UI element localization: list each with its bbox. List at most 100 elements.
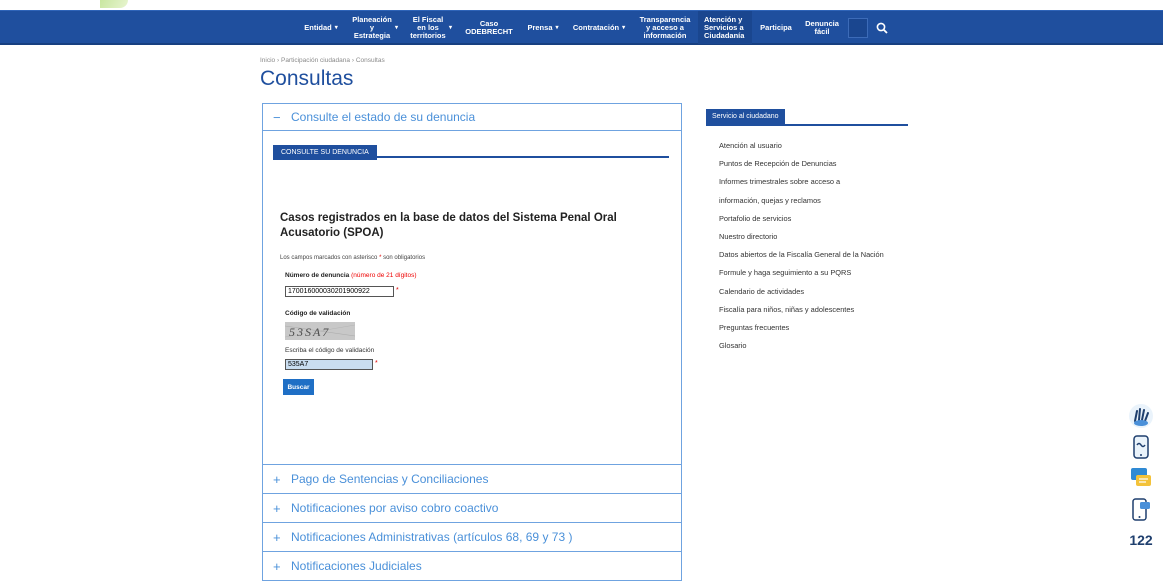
required-asterisk: * — [379, 255, 382, 261]
nav-label: Contratación — [572, 22, 620, 32]
codigo-validacion-input[interactable] — [285, 359, 373, 370]
nav-label: Caso ODEBRECHT — [465, 18, 513, 36]
breadcrumb-section[interactable]: Participación ciudadana — [281, 57, 350, 64]
chat-icon[interactable] — [1128, 465, 1154, 491]
expand-icon: + — [273, 529, 281, 545]
nav-label: Participa — [760, 22, 792, 32]
nav-item-odebrecht[interactable]: Caso ODEBRECHT — [458, 11, 520, 44]
nav-item-denuncia-facil[interactable]: Denuncia fácil — [800, 11, 844, 44]
nav-label: Transparencia y acceso a información — [639, 14, 691, 40]
nav-label: Entidad — [304, 22, 332, 32]
chevron-down-icon: ▾ — [555, 24, 559, 31]
accordion-panel-notificaciones-aviso: + Notificaciones por aviso cobro coactiv… — [262, 494, 682, 523]
captcha-text: 53SA7 — [289, 325, 330, 339]
emergency-number-122[interactable]: 122 — [1128, 527, 1154, 553]
sidebar-list: Atención al usuario Puntos de Recepción … — [706, 137, 908, 355]
sidebar-link-informes-trimestrales-cont[interactable]: información, quejas y reclamos — [706, 192, 908, 210]
accordion-panel-consulta: − Consulte el estado de su denuncia CONS… — [262, 103, 682, 465]
required-asterisk: * — [396, 287, 399, 294]
sidebar-link-datos-abiertos[interactable]: Datos abiertos de la Fiscalía General de… — [706, 246, 908, 264]
nav-label: Prensa — [527, 22, 553, 32]
nav-item-fiscal-territorios[interactable]: El Fiscal en los territorios ▾ — [404, 11, 458, 44]
logo-fragment — [100, 0, 128, 8]
expand-icon: + — [273, 500, 281, 516]
required-note: Los campos marcados con asterisco * son … — [280, 255, 425, 261]
accordion-header-consulta[interactable]: − Consulte el estado de su denuncia — [263, 104, 681, 131]
search-icon[interactable] — [872, 18, 892, 38]
accordion-header-notificaciones-judiciales[interactable]: + Notificaciones Judiciales — [263, 552, 681, 580]
accordion: − Consulte el estado de su denuncia CONS… — [262, 103, 682, 581]
numero-hint: (número de 21 dígitos) — [351, 272, 417, 279]
accordion-body: CONSULTE SU DENUNCIA Casos registrados e… — [263, 131, 681, 464]
sidebar-link-informes-trimestrales[interactable]: Informes trimestrales sobre acceso a — [706, 173, 908, 191]
breadcrumb-separator: › — [277, 57, 280, 64]
phone-icon[interactable] — [1128, 434, 1154, 460]
codigo-validacion-label: Código de validación — [285, 310, 351, 317]
nav-item-planeacion[interactable]: Planeación y Estrategia ▾ — [346, 11, 404, 44]
sidebar-link-ninos[interactable]: Fiscalía para niños, niñas y adolescente… — [706, 301, 908, 319]
sidebar-title: Servicio al ciudadano — [706, 109, 785, 124]
expand-icon: + — [273, 471, 281, 487]
captcha-image: 53SA7 — [284, 322, 356, 340]
escriba-codigo-label: Escriba el código de validación — [285, 347, 375, 354]
sign-language-icon[interactable] — [1128, 403, 1154, 429]
nav-item-participa[interactable]: Participa — [752, 11, 800, 44]
nav-item-entidad[interactable]: Entidad ▾ — [296, 11, 346, 44]
accordion-title: Consulte el estado de su denuncia — [291, 110, 476, 124]
mobile-chat-icon[interactable] — [1128, 496, 1154, 522]
nav-label: Atención y Servicios a Ciudadanía — [704, 14, 745, 40]
nav-label: Planeación y Estrategia — [352, 14, 392, 40]
chevron-down-icon: ▾ — [334, 24, 338, 31]
sidebar-link-calendario[interactable]: Calendario de actividades — [706, 283, 908, 301]
breadcrumb: Inicio › Participación ciudadana › Consu… — [260, 57, 385, 64]
chevron-down-icon: ▾ — [394, 24, 398, 31]
sidebar-link-pqrs[interactable]: Formule y haga seguimiento a su PQRS — [706, 264, 908, 282]
nav-item-contratacion[interactable]: Contratación ▾ — [566, 11, 632, 44]
breadcrumb-separator: › — [351, 57, 354, 64]
required-note-suffix: son obligatorios — [383, 255, 426, 261]
numero-label-text: Número de denuncia — [285, 272, 350, 279]
main-navbar: Entidad ▾ Planeación y Estrategia ▾ El F… — [0, 10, 1163, 45]
accordion-title: Notificaciones Judiciales — [291, 559, 422, 573]
accordion-title: Notificaciones Administrativas (artículo… — [291, 530, 573, 544]
sidebar-link-preguntas[interactable]: Preguntas frecuentes — [706, 319, 908, 337]
floating-help-icons: 122 — [1128, 403, 1156, 558]
accordion-header-pago-sentencias[interactable]: + Pago de Sentencias y Conciliaciones — [263, 465, 681, 493]
required-note-prefix: Los campos marcados con asterisco — [280, 255, 378, 261]
breadcrumb-current: Consultas — [355, 57, 385, 64]
nav-item-prensa[interactable]: Prensa ▾ — [520, 11, 566, 44]
required-asterisk: * — [375, 360, 378, 367]
accordion-panel-notificaciones-administrativas: + Notificaciones Administrativas (artícu… — [262, 523, 682, 552]
nav-items: Entidad ▾ Planeación y Estrategia ▾ El F… — [296, 11, 892, 44]
sidebar-link-atencion-usuario[interactable]: Atención al usuario — [706, 137, 908, 155]
breadcrumb-home[interactable]: Inicio — [260, 57, 275, 64]
chevron-down-icon: ▾ — [622, 24, 626, 31]
accordion-title: Pago de Sentencias y Conciliaciones — [291, 472, 489, 486]
accordion-title: Notificaciones por aviso cobro coactivo — [291, 501, 499, 515]
form-title: Casos registrados en la base de datos de… — [280, 212, 617, 239]
chevron-down-icon: ▾ — [448, 24, 452, 31]
nav-item-transparencia[interactable]: Transparencia y acceso a información — [632, 11, 698, 44]
nav-label: El Fiscal en los territorios — [410, 14, 446, 40]
expand-icon: + — [273, 558, 281, 574]
top-strip — [0, 0, 1163, 10]
accordion-header-notificaciones-administrativas[interactable]: + Notificaciones Administrativas (artícu… — [263, 523, 681, 551]
numero-denuncia-input[interactable] — [285, 286, 394, 297]
buscar-button[interactable]: Buscar — [283, 379, 314, 395]
sidebar-divider — [706, 124, 908, 126]
sidebar-link-glosario[interactable]: Glosario — [706, 337, 908, 355]
collapse-icon: − — [273, 109, 281, 125]
sidebar-servicio-ciudadano: Servicio al ciudadano Atención al usuari… — [706, 105, 908, 355]
tab-consulte-denuncia[interactable]: CONSULTE SU DENUNCIA — [273, 145, 377, 160]
sidebar-link-puntos-recepcion[interactable]: Puntos de Recepción de Denuncias — [706, 155, 908, 173]
accordion-panel-notificaciones-judiciales: + Notificaciones Judiciales — [262, 552, 682, 581]
sidebar-link-directorio[interactable]: Nuestro directorio — [706, 228, 908, 246]
numero-denuncia-label: Número de denuncia (número de 21 dígitos… — [285, 272, 417, 279]
sidebar-link-portafolio[interactable]: Portafolio de servicios — [706, 210, 908, 228]
accordion-panel-pago-sentencias: + Pago de Sentencias y Conciliaciones — [262, 465, 682, 494]
tab-bar: CONSULTE SU DENUNCIA — [273, 141, 669, 160]
nav-search-box[interactable] — [848, 17, 868, 38]
nav-item-atencion[interactable]: Atención y Servicios a Ciudadanía — [698, 11, 752, 44]
accordion-header-notificaciones-aviso[interactable]: + Notificaciones por aviso cobro coactiv… — [263, 494, 681, 522]
nav-label: Denuncia fácil — [805, 18, 839, 36]
